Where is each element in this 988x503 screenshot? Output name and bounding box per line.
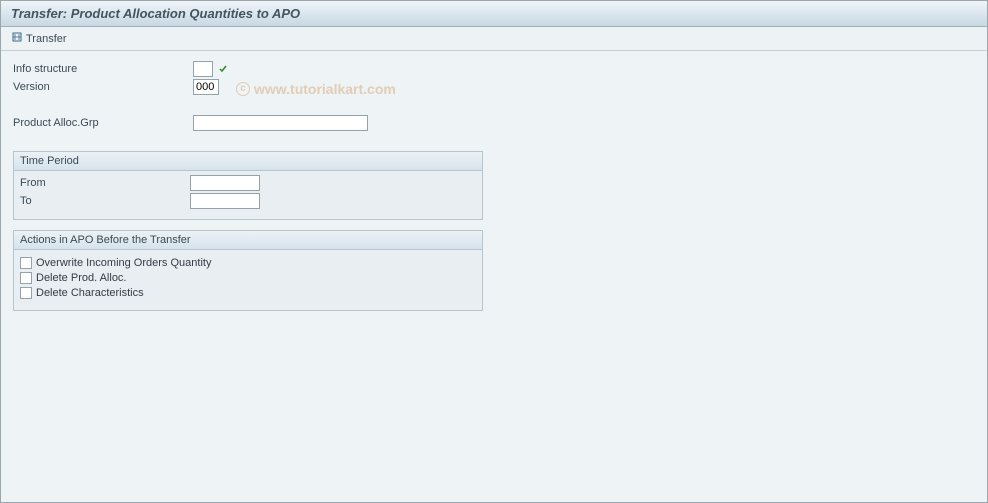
overwrite-label: Overwrite Incoming Orders Quantity — [36, 257, 211, 269]
overwrite-row: Overwrite Incoming Orders Quantity — [20, 257, 476, 269]
to-field[interactable] — [190, 193, 260, 209]
title-bar: Transfer: Product Allocation Quantities … — [1, 1, 987, 27]
delete-characteristics-label: Delete Characteristics — [36, 287, 144, 299]
actions-group: Actions in APO Before the Transfer Overw… — [13, 230, 483, 311]
main-canvas: c www.tutorialkart.com Info structure Ve… — [1, 51, 987, 502]
to-row: To — [20, 193, 476, 209]
transfer-button[interactable]: Transfer — [9, 30, 69, 47]
required-icon — [213, 61, 233, 77]
version-row: Version — [13, 79, 975, 95]
from-field[interactable] — [190, 175, 260, 191]
info-structure-row: Info structure — [13, 61, 975, 77]
execute-icon — [11, 31, 23, 46]
time-period-heading: Time Period — [14, 152, 482, 171]
prod-alloc-grp-field[interactable] — [193, 115, 368, 131]
delete-characteristics-checkbox[interactable] — [20, 287, 32, 299]
actions-heading: Actions in APO Before the Transfer — [14, 231, 482, 250]
delete-characteristics-row: Delete Characteristics — [20, 287, 476, 299]
time-period-group: Time Period From To — [13, 151, 483, 220]
info-structure-label: Info structure — [13, 61, 193, 77]
page-title: Transfer: Product Allocation Quantities … — [11, 6, 300, 21]
info-structure-field[interactable] — [193, 61, 213, 77]
delete-prod-alloc-row: Delete Prod. Alloc. — [20, 272, 476, 284]
delete-prod-alloc-checkbox[interactable] — [20, 272, 32, 284]
version-field[interactable] — [193, 79, 219, 95]
from-label: From — [20, 175, 190, 191]
prod-alloc-grp-label: Product Alloc.Grp — [13, 115, 193, 131]
delete-prod-alloc-label: Delete Prod. Alloc. — [36, 272, 127, 284]
from-row: From — [20, 175, 476, 191]
application-toolbar: Transfer — [1, 27, 987, 51]
prod-alloc-grp-row: Product Alloc.Grp — [13, 115, 975, 131]
transfer-button-label: Transfer — [26, 33, 67, 45]
version-label: Version — [13, 79, 193, 95]
to-label: To — [20, 193, 190, 209]
overwrite-checkbox[interactable] — [20, 257, 32, 269]
